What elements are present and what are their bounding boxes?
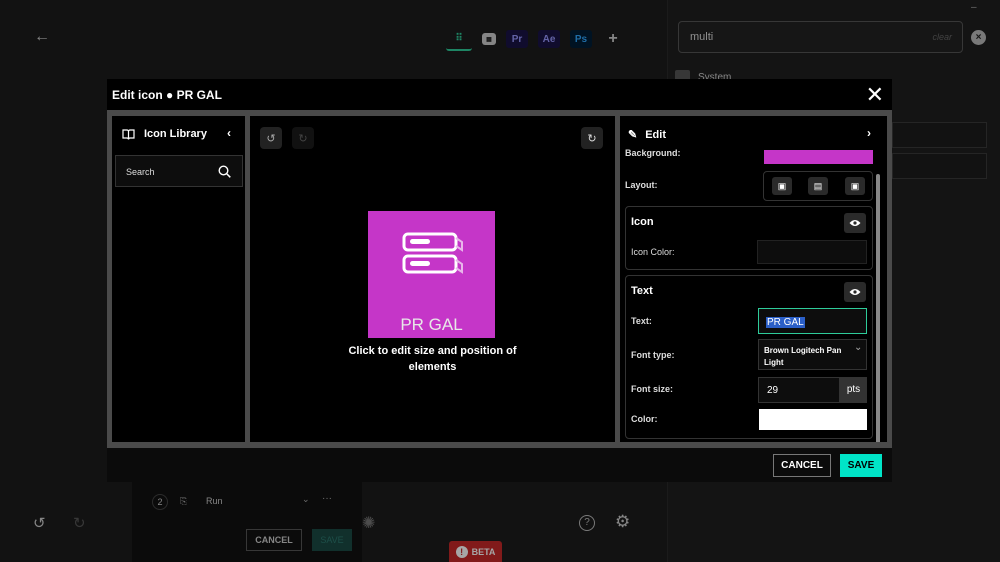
icon-preview[interactable]: PR GAL <box>368 211 495 338</box>
text-settings-card: Text Text: PR GAL Font type: Brown Logit… <box>625 275 873 439</box>
layout-option-icon[interactable]: ▣ <box>772 177 792 195</box>
edit-header: ✎ Edit <box>628 128 666 142</box>
edit-title: Edit <box>645 128 666 141</box>
text-input[interactable]: PR GAL <box>758 308 867 334</box>
layout-option-icon[interactable]: ▤ <box>808 177 828 195</box>
font-size-unit: pts <box>840 377 867 403</box>
preview-hint: Click to edit size and position of eleme… <box>348 345 517 373</box>
text-section-title: Text <box>631 285 653 297</box>
eye-icon[interactable] <box>844 282 866 302</box>
reset-icon[interactable]: ↻ <box>581 127 603 149</box>
redo-icon[interactable]: ↻ <box>292 127 314 149</box>
pencil-icon: ✎ <box>628 129 638 141</box>
search-icon[interactable] <box>218 165 231 178</box>
edit-scrollbar[interactable] <box>876 174 880 442</box>
cancel-button[interactable]: CANCEL <box>773 454 831 477</box>
undo-icon[interactable]: ↺ <box>260 127 282 149</box>
edit-icon-modal: Edit icon ● PR GAL ✕ Icon Library ‹ Sear… <box>107 79 892 482</box>
eye-icon[interactable] <box>844 213 866 233</box>
collapse-library-icon[interactable]: ‹ <box>227 126 231 140</box>
layout-options: ▣ ▤ ▣ <box>763 171 873 201</box>
server-stack-icon <box>402 232 463 274</box>
icon-library-title: Icon Library <box>144 128 207 140</box>
font-type-select[interactable]: Brown Logitech Pan Light ⌄ <box>758 339 867 370</box>
text-color-swatch[interactable] <box>759 409 867 430</box>
font-size-input[interactable]: 29 <box>758 377 840 403</box>
modal-title: Edit icon ● PR GAL <box>112 88 222 102</box>
icon-color-label: Icon Color: <box>631 247 675 257</box>
icon-color-field[interactable] <box>757 240 867 264</box>
book-icon <box>122 128 135 140</box>
layout-option-icon[interactable]: ▣ <box>845 177 865 195</box>
preview-pane: ↺ ↻ ↻ PR GAL Click to edit size and posi… <box>250 116 615 442</box>
chevron-right-icon[interactable]: › <box>867 126 871 140</box>
font-size-value: 29 <box>767 385 779 396</box>
font-type-label: Font type: <box>631 350 675 360</box>
icon-library-pane: Icon Library ‹ Search <box>112 116 245 442</box>
edit-pane: ✎ Edit › Background: Layout: ▣ ▤ ▣ Icon … <box>620 116 887 442</box>
layout-label: Layout: <box>625 180 658 190</box>
font-size-label: Font size: <box>631 384 673 394</box>
font-type-value: Brown Logitech Pan Light <box>764 346 842 367</box>
modal-footer: CANCEL SAVE <box>107 448 892 482</box>
save-button[interactable]: SAVE <box>840 454 882 477</box>
background-label: Background: <box>625 148 681 158</box>
preview-label: PR GAL <box>400 315 463 334</box>
text-label: Text: <box>631 316 652 326</box>
modal-body: Icon Library ‹ Search ↺ ↻ ↻ PR GAL Click… <box>107 110 892 448</box>
text-color-label: Color: <box>631 414 658 424</box>
icon-section-title: Icon <box>631 216 654 228</box>
search-placeholder: Search <box>126 167 155 177</box>
icon-settings-card: Icon Icon Color: <box>625 206 873 270</box>
close-icon[interactable]: ✕ <box>866 84 884 106</box>
background-color-swatch[interactable] <box>764 150 873 164</box>
text-input-value: PR GAL <box>766 317 805 328</box>
icon-search-input[interactable]: Search <box>115 155 243 187</box>
icon-library-header: Icon Library <box>122 128 207 140</box>
chevron-down-icon: ⌄ <box>854 342 863 353</box>
